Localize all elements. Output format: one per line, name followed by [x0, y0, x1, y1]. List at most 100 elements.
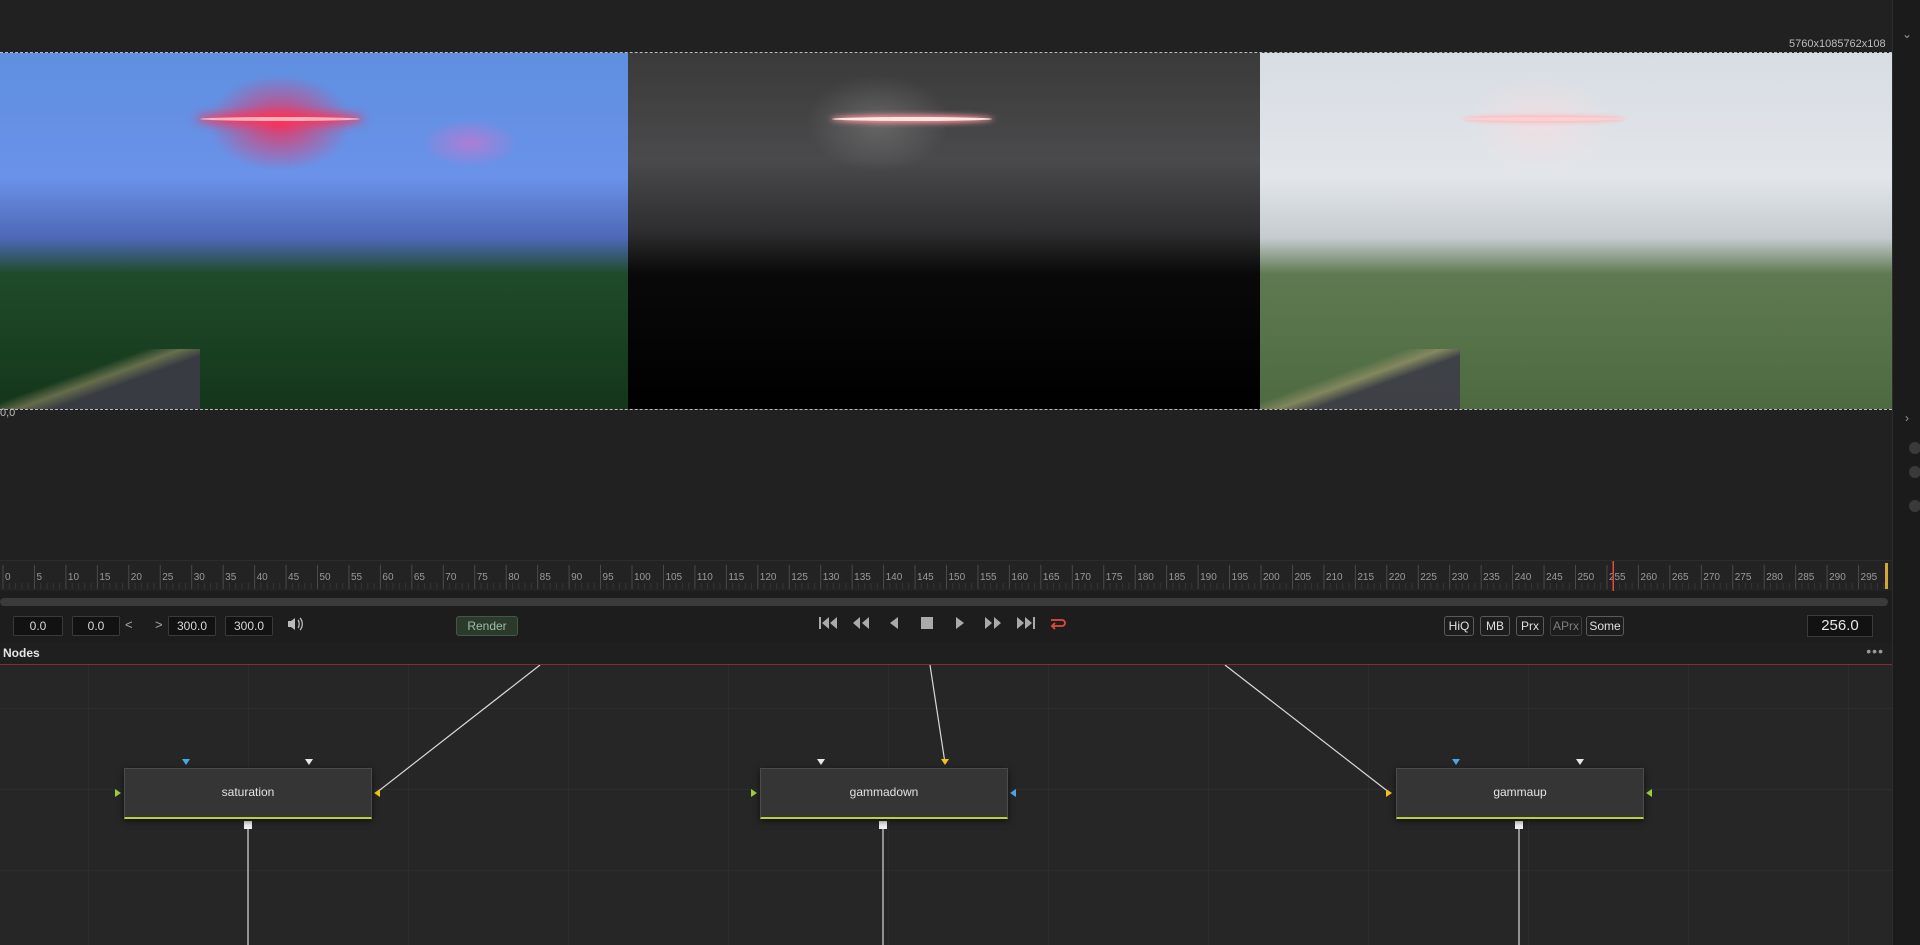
foreground-input-port-icon[interactable] — [751, 789, 757, 797]
ruler-tick-label: 215 — [1357, 572, 1374, 583]
node-editor-canvas[interactable]: saturation gammadown gammaup — [0, 665, 1892, 945]
motion-blur-toggle-button[interactable]: MB — [1480, 616, 1510, 636]
ruler-tick-label: 285 — [1798, 572, 1815, 583]
connection-line — [1224, 665, 1391, 794]
ruler-tick-label: 210 — [1326, 572, 1343, 583]
ruler-tick-label: 165 — [1043, 572, 1060, 583]
prev-frame-step-button[interactable]: < — [125, 616, 133, 634]
ruler-tick-label: 230 — [1452, 572, 1469, 583]
mask-input-port-icon[interactable] — [1452, 759, 1460, 765]
viewer-panel[interactable]: 5760x1085762x108 0,0 — [0, 0, 1892, 560]
foreground-input-port-icon[interactable] — [115, 789, 121, 797]
viewer-image-area[interactable] — [0, 52, 1892, 410]
auto-proxy-toggle-button[interactable]: APrx — [1550, 616, 1582, 636]
effect-mask-port-icon[interactable] — [305, 759, 313, 765]
render-button[interactable]: Render — [456, 616, 518, 636]
ruler-tick-label: 250 — [1578, 572, 1595, 583]
right-side-strip: ⌄ › — [1892, 0, 1920, 945]
node-label: saturation — [221, 785, 275, 799]
output-port-icon[interactable] — [879, 821, 887, 829]
ruler-tick-label: 25 — [162, 572, 174, 583]
ruler-tick-label: 295 — [1861, 572, 1878, 583]
loop-icon[interactable] — [1045, 616, 1069, 634]
ruler-tick-label: 70 — [445, 572, 457, 583]
play-icon[interactable] — [948, 616, 972, 634]
next-frame-step-button[interactable]: > — [155, 616, 163, 634]
foreground-input-port-icon[interactable] — [1646, 789, 1652, 797]
ruler-tick-label: 190 — [1200, 572, 1217, 583]
ruler-tick-label: 260 — [1640, 572, 1657, 583]
output-port-icon[interactable] — [244, 821, 252, 829]
node-label: gammaup — [1493, 785, 1547, 799]
mask-input-port-icon[interactable] — [182, 759, 190, 765]
global-start-field[interactable]: 0.0 — [13, 616, 63, 636]
saturation-output-image — [0, 53, 628, 409]
ruler-tick-label: 65 — [414, 572, 426, 583]
effect-mask-port-icon[interactable] — [817, 759, 825, 765]
ruler-tick-label: 200 — [1263, 572, 1280, 583]
time-ruler[interactable]: 0 5 10 15 20 25 30 35 40 45 50 55 60 65 70 75 80 85 90 95 10… — [0, 560, 1892, 591]
background-input-port-icon[interactable] — [941, 759, 949, 765]
effect-mask-port-icon[interactable] — [1576, 759, 1584, 765]
ruler-tick-label: 225 — [1420, 572, 1437, 583]
render-end-field[interactable]: 300.0 — [168, 616, 216, 636]
render-end-marker[interactable] — [1885, 563, 1888, 589]
timeline-scrollbar[interactable] — [0, 598, 1888, 606]
stop-icon[interactable] — [915, 616, 939, 634]
nodes-panel-header: Nodes ••• — [0, 642, 1892, 665]
ruler-tick-label: 80 — [508, 572, 520, 583]
ruler-tick-label: 15 — [99, 572, 111, 583]
ruler-tick-label: 130 — [823, 572, 840, 583]
ruler-tick-label: 30 — [194, 572, 206, 583]
hiq-toggle-button[interactable]: HiQ — [1444, 616, 1474, 636]
ruler-tick-label: 120 — [760, 572, 777, 583]
chevron-right-icon[interactable]: › — [1901, 412, 1913, 424]
rewind-icon[interactable] — [849, 616, 873, 634]
ruler-tick-label: 290 — [1829, 572, 1846, 583]
background-input-port-icon[interactable] — [374, 789, 380, 797]
ruler-tick-label: 45 — [288, 572, 300, 583]
ruler-tick-label: 20 — [131, 572, 143, 583]
ruler-tick-label: 155 — [980, 572, 997, 583]
ruler-tick-label: 175 — [1106, 572, 1123, 583]
node-gammaup[interactable]: gammaup — [1396, 768, 1644, 819]
step-back-icon[interactable] — [882, 616, 906, 634]
go-to-end-icon[interactable] — [1014, 616, 1038, 634]
light-ring — [200, 117, 360, 121]
background-input-port-icon[interactable] — [1386, 789, 1392, 797]
output-port-icon[interactable] — [1515, 821, 1523, 829]
node-saturation[interactable]: saturation — [124, 768, 372, 819]
light-ring — [1464, 117, 1624, 121]
ruler-tick-label: 265 — [1672, 572, 1689, 583]
proxy-toggle-button[interactable]: Prx — [1516, 616, 1544, 636]
speaker-icon[interactable] — [283, 616, 307, 634]
fast-forward-icon[interactable] — [981, 616, 1005, 634]
chevron-down-icon[interactable]: ⌄ — [1901, 28, 1913, 40]
ruler-tick-label: 135 — [854, 572, 871, 583]
ruler-tick-label: 160 — [1011, 572, 1028, 583]
light-ring — [832, 117, 992, 121]
toggle-dot[interactable] — [1909, 500, 1920, 512]
toggle-dot[interactable] — [1909, 466, 1920, 478]
ruler-tick-label: 150 — [949, 572, 966, 583]
render-start-field[interactable]: 0.0 — [72, 616, 120, 636]
ruler-tick-label: 40 — [257, 572, 269, 583]
ruler-tick-label: 240 — [1515, 572, 1532, 583]
selective-update-button[interactable]: Some — [1586, 616, 1624, 636]
node-gammadown[interactable]: gammadown — [760, 768, 1008, 819]
mask-input-port-icon[interactable] — [1010, 789, 1016, 797]
ruler-tick-label: 55 — [351, 572, 363, 583]
ruler-tick-label: 10 — [68, 572, 80, 583]
go-to-start-icon[interactable] — [816, 616, 840, 634]
ruler-tick-label: 125 — [791, 572, 808, 583]
transport-bar: 0.0 0.0 < > 300.0 300.0 Render HiQ MB Pr… — [0, 610, 1892, 640]
more-options-icon[interactable]: ••• — [1866, 643, 1884, 659]
ruler-tick-label: 235 — [1483, 572, 1500, 583]
ruler-tick-label: 5 — [36, 572, 42, 583]
current-frame-field[interactable]: 256.0 — [1807, 615, 1873, 637]
global-end-field[interactable]: 300.0 — [225, 616, 273, 636]
toggle-dot[interactable] — [1909, 442, 1920, 454]
ruler-tick-label: 35 — [225, 572, 237, 583]
ruler-tick-label: 0 — [5, 572, 11, 583]
ruler-tick-label: 195 — [1232, 572, 1249, 583]
